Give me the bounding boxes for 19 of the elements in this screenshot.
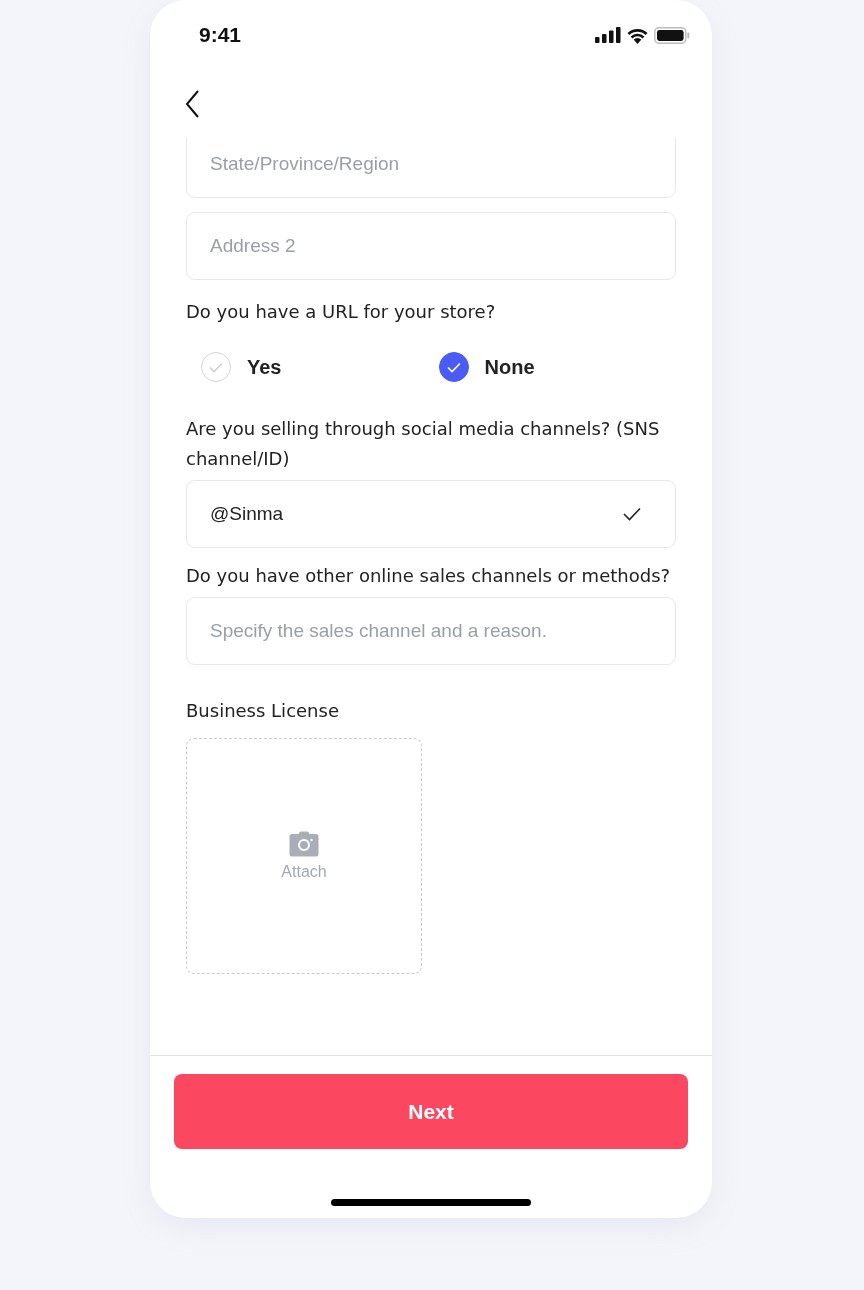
input-field[interactable]: State/Province/Region (186, 138, 676, 198)
signal-icon (595, 27, 621, 43)
upload-area[interactable]: Attach (186, 738, 422, 974)
radio-option[interactable]: None (438, 347, 676, 387)
input-field[interactable]: Specify the sales channel and a reason. (186, 597, 676, 665)
input-field[interactable]: @Sinma (186, 480, 676, 548)
input-field[interactable]: Address 2 (186, 212, 676, 280)
section-label: Business License (186, 699, 340, 723)
camera-icon (289, 831, 319, 857)
question-label: Are you selling through social media channels? (SNS channel/ID) (186, 417, 661, 471)
radio-option[interactable]: Yes (201, 347, 439, 387)
back-icon[interactable] (185, 90, 199, 118)
attach-label: Attach (281, 863, 327, 881)
question-label: Do you have other online sales channels or methods? (186, 564, 672, 588)
question-label: Do you have a URL for your store? (186, 300, 497, 324)
wifi-icon (626, 26, 649, 44)
next-button[interactable]: Next (174, 1074, 688, 1149)
battery-icon (654, 26, 690, 44)
status-time: 9:41 (199, 23, 242, 47)
